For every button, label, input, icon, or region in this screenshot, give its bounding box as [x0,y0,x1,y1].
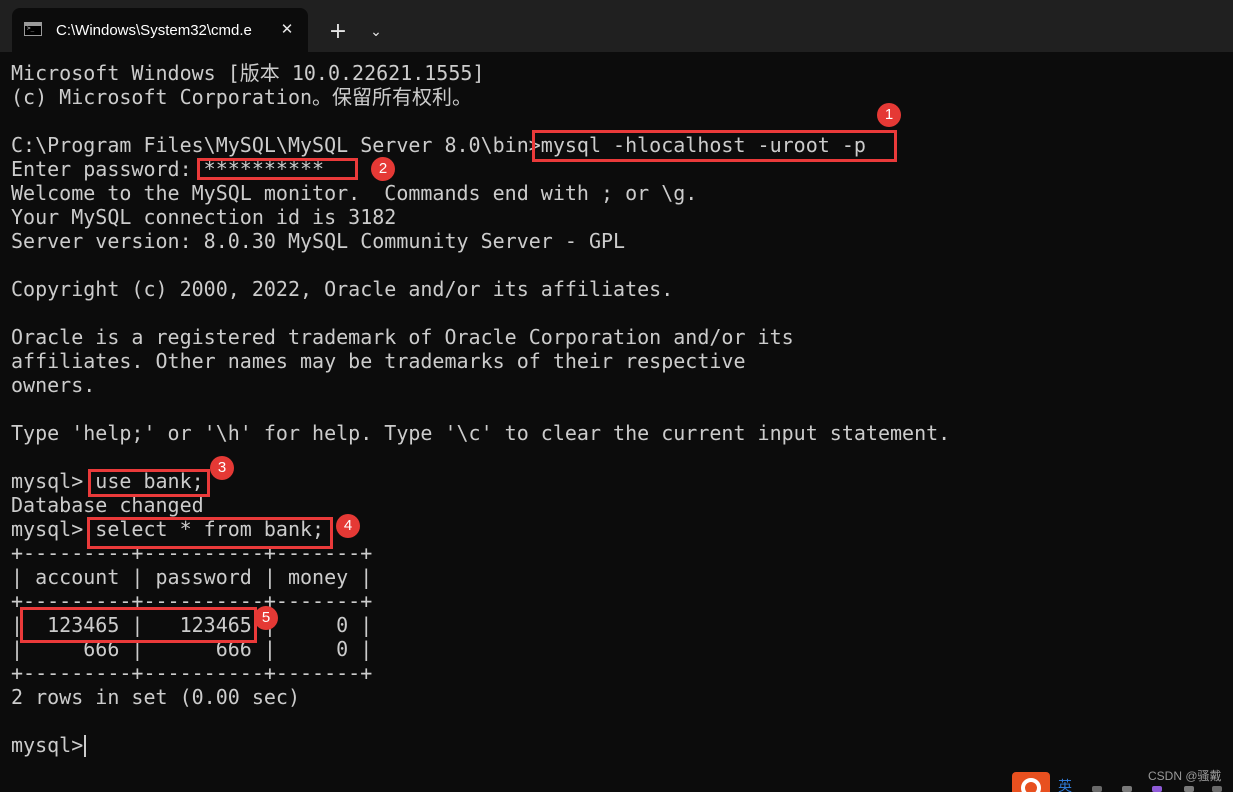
terminal-line: Your MySQL connection id is 3182 [11,205,397,229]
tab-title: C:\Windows\System32\cmd.e [56,22,252,39]
annotation-badge-4: 4 [336,514,360,538]
terminal-line: | account | password | money | [11,565,373,589]
terminal-line: 2 rows in set (0.00 sec) [11,685,300,709]
highlight-use-bank [88,469,210,497]
annotation-badge-1: 1 [877,103,901,127]
terminal-line: Oracle is a registered trademark of Orac… [11,325,794,349]
tray-icon[interactable] [1184,786,1194,792]
annotation-badge-2: 2 [371,157,395,181]
highlight-login-command [532,130,897,162]
terminal-line: affiliates. Other names may be trademark… [11,349,746,373]
tab-bar: C:\Windows\System32\cmd.e ✕ + ⌄ [0,0,1233,52]
tray-icon[interactable] [1152,786,1162,792]
terminal-line: Type 'help;' or '\h' for help. Type '\c'… [11,421,951,445]
tray-icon[interactable] [1122,786,1132,792]
terminal-output[interactable]: Microsoft Windows [版本 10.0.22621.1555] (… [11,61,1211,761]
close-tab-icon[interactable]: ✕ [276,18,298,40]
chevron-down-icon[interactable]: ⌄ [364,20,388,44]
ime-language-indicator[interactable]: 英 [1058,780,1072,792]
annotation-badge-3: 3 [210,456,234,480]
highlight-result-row [20,607,257,643]
tab-cmd[interactable]: C:\Windows\System32\cmd.e ✕ [12,8,308,52]
terminal-window: C:\Windows\System32\cmd.e ✕ + ⌄ Microsof… [0,0,1233,792]
terminal-line: owners. [11,373,96,397]
new-tab-button[interactable]: + [324,18,352,46]
tray-icon[interactable] [1212,786,1222,792]
terminal-prompt: mysql> [11,733,96,757]
terminal-line: (c) Microsoft Corporation。保留所有权利。 [11,85,473,109]
highlight-password [197,158,358,180]
text-cursor [84,735,86,757]
tray-icon[interactable] [1092,786,1102,792]
cmd-terminal-icon [24,22,42,36]
terminal-line: Server version: 8.0.30 MySQL Community S… [11,229,626,253]
highlight-select-query [87,517,333,549]
terminal-line: Copyright (c) 2000, 2022, Oracle and/or … [11,277,674,301]
terminal-line: Welcome to the MySQL monitor. Commands e… [11,181,698,205]
terminal-line: Microsoft Windows [版本 10.0.22621.1555] [11,61,485,85]
annotation-badge-5: 5 [254,606,278,630]
csdn-watermark: CSDN @骚戴 [1148,769,1222,783]
sogou-ime-icon[interactable] [1012,772,1050,792]
terminal-line: +---------+----------+-------+ [11,661,373,685]
